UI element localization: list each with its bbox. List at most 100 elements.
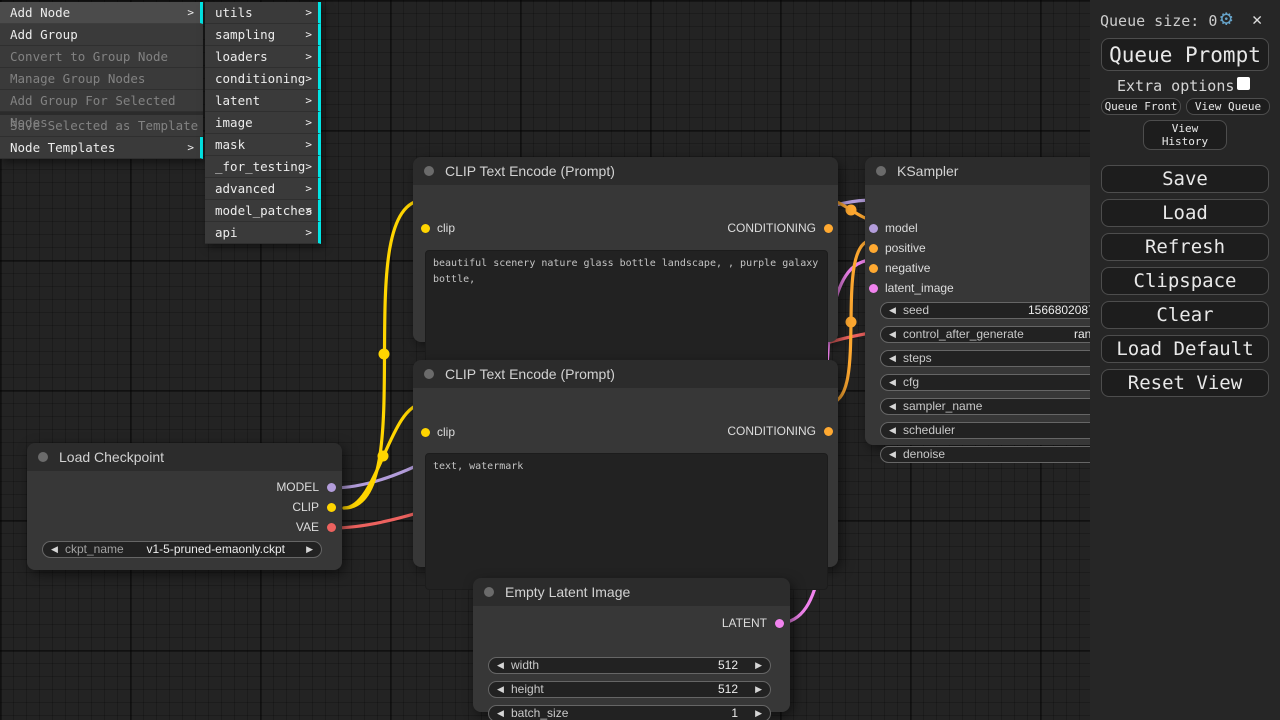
scheduler-widget[interactable]: ◀ scheduler (880, 422, 1125, 439)
submenu-item-utils[interactable]: utils > (205, 2, 321, 24)
increment-arrow-icon[interactable]: ▶ (755, 682, 762, 697)
node-clip-text-encode-2[interactable]: CLIP Text Encode (Prompt) clip CONDITION… (413, 360, 838, 567)
view-history-button[interactable]: View History (1143, 120, 1227, 150)
extra-options-checkbox[interactable] (1237, 77, 1250, 90)
clip-input-port[interactable] (421, 224, 430, 233)
widget-label: ckpt_name (65, 542, 124, 557)
collapse-dot-icon[interactable] (424, 166, 434, 176)
extra-options-label: Extra options (1117, 77, 1234, 95)
menu-item-manage-group-nodes[interactable]: Manage Group Nodes (0, 68, 203, 90)
node-load-checkpoint[interactable]: Load Checkpoint MODEL CLIP VAE ◀ ckpt_na… (27, 443, 342, 570)
reset-view-button[interactable]: Reset View (1101, 369, 1269, 397)
sampler-name-widget[interactable]: ◀ sampler_name (880, 398, 1125, 415)
submenu-item-advanced[interactable]: advanced > (205, 178, 321, 200)
node-empty-latent-image[interactable]: Empty Latent Image LATENT ◀ width 512 ▶ … (473, 578, 790, 712)
decrement-arrow-icon[interactable]: ◀ (889, 447, 896, 462)
submenu-item-for-testing[interactable]: _for_testing > (205, 156, 321, 178)
control-after-generate-widget[interactable]: ◀ control_after_generate randomize (880, 326, 1125, 343)
node-ksampler[interactable]: KSampler model positive negative latent_… (865, 157, 1120, 445)
submenu-item-model-patches[interactable]: model_patches > (205, 200, 321, 222)
cfg-widget[interactable]: ◀ cfg (880, 374, 1125, 391)
menu-item-node-templates[interactable]: Node Templates > (0, 137, 203, 159)
collapse-dot-icon[interactable] (424, 369, 434, 379)
prev-option-arrow-icon[interactable]: ◀ (51, 542, 58, 557)
submenu-arrow-icon: > (187, 2, 194, 24)
conditioning-output-port[interactable] (824, 427, 833, 436)
settings-gear-icon[interactable]: ⚙ (1220, 6, 1233, 30)
decrement-arrow-icon[interactable]: ◀ (889, 375, 896, 390)
clear-button[interactable]: Clear (1101, 301, 1269, 329)
decrement-arrow-icon[interactable]: ◀ (497, 658, 504, 673)
seed-widget[interactable]: ◀ seed 1566802087 (880, 302, 1125, 319)
save-button[interactable]: Save (1101, 165, 1269, 193)
clip-input-port[interactable] (421, 428, 430, 437)
node-title: Empty Latent Image (505, 584, 630, 600)
node-title-bar[interactable]: CLIP Text Encode (Prompt) (413, 360, 838, 388)
decrement-arrow-icon[interactable]: ◀ (889, 351, 896, 366)
decrement-arrow-icon[interactable]: ◀ (497, 706, 504, 720)
collapse-dot-icon[interactable] (484, 587, 494, 597)
node-clip-text-encode-1[interactable]: CLIP Text Encode (Prompt) clip CONDITION… (413, 157, 838, 342)
ckpt-name-widget[interactable]: ◀ ckpt_name v1-5-pruned-emaonly.ckpt ▶ (42, 541, 322, 558)
widget-value: v1-5-pruned-emaonly.ckpt (146, 542, 285, 557)
conditioning-output-port[interactable] (824, 224, 833, 233)
submenu-arrow-icon: > (305, 134, 312, 156)
collapse-dot-icon[interactable] (38, 452, 48, 462)
submenu-arrow-icon: > (305, 200, 312, 222)
increment-arrow-icon[interactable]: ▶ (755, 706, 762, 720)
latent-image-input-port[interactable] (869, 284, 878, 293)
output-label: VAE (296, 521, 319, 533)
load-button[interactable]: Load (1101, 199, 1269, 227)
height-widget[interactable]: ◀ height 512 ▶ (488, 681, 771, 698)
submenu-item-sampling[interactable]: sampling > (205, 24, 321, 46)
menu-item-save-selected-as-template[interactable]: Save Selected as Template (0, 115, 203, 137)
decrement-arrow-icon[interactable]: ◀ (889, 399, 896, 414)
next-option-arrow-icon[interactable]: ▶ (306, 542, 313, 557)
decrement-arrow-icon[interactable]: ◀ (889, 303, 896, 318)
clipspace-button[interactable]: Clipspace (1101, 267, 1269, 295)
clip-output-port[interactable] (327, 503, 336, 512)
batch-size-widget[interactable]: ◀ batch_size 1 ▶ (488, 705, 771, 720)
view-queue-button[interactable]: View Queue (1186, 98, 1270, 115)
menu-item-add-node[interactable]: Add Node > (0, 2, 203, 24)
queue-prompt-button[interactable]: Queue Prompt (1101, 38, 1269, 71)
collapse-dot-icon[interactable] (876, 166, 886, 176)
vae-output-port[interactable] (327, 523, 336, 532)
prompt-textarea[interactable]: text, watermark (425, 453, 828, 590)
refresh-button[interactable]: Refresh (1101, 233, 1269, 261)
negative-input-port[interactable] (869, 264, 878, 273)
menu-item-add-group-for-selected-nodes[interactable]: Add Group For Selected Nodes (0, 90, 203, 112)
submenu-item-loaders[interactable]: loaders > (205, 46, 321, 68)
model-output-port[interactable] (327, 483, 336, 492)
input-label: latent_image (885, 282, 954, 294)
menu-item-convert-to-group-node[interactable]: Convert to Group Node (0, 46, 203, 68)
denoise-widget[interactable]: ◀ denoise (880, 446, 1125, 463)
menu-item-label: api (215, 225, 238, 240)
node-title-bar[interactable]: CLIP Text Encode (Prompt) (413, 157, 838, 185)
menu-item-label: Save Selected as Template (10, 118, 198, 133)
width-widget[interactable]: ◀ width 512 ▶ (488, 657, 771, 674)
close-icon[interactable]: ✕ (1252, 10, 1262, 30)
submenu-item-latent[interactable]: latent > (205, 90, 321, 112)
decrement-arrow-icon[interactable]: ◀ (889, 327, 896, 342)
queue-front-button[interactable]: Queue Front (1101, 98, 1181, 115)
decrement-arrow-icon[interactable]: ◀ (889, 423, 896, 438)
node-title-bar[interactable]: Empty Latent Image (473, 578, 790, 606)
prompt-textarea[interactable]: beautiful scenery nature glass bottle la… (425, 250, 828, 368)
decrement-arrow-icon[interactable]: ◀ (497, 682, 504, 697)
submenu-item-image[interactable]: image > (205, 112, 321, 134)
node-title-bar[interactable]: Load Checkpoint (27, 443, 342, 471)
submenu-item-conditioning[interactable]: conditioning > (205, 68, 321, 90)
node-title-bar[interactable]: KSampler (865, 157, 1120, 185)
increment-arrow-icon[interactable]: ▶ (755, 658, 762, 673)
submenu-item-mask[interactable]: mask > (205, 134, 321, 156)
load-default-button[interactable]: Load Default (1101, 335, 1269, 363)
menu-item-add-group[interactable]: Add Group (0, 24, 203, 46)
model-input-port[interactable] (869, 224, 878, 233)
submenu-item-api[interactable]: api > (205, 222, 321, 244)
widget-label: control_after_generate (903, 327, 1024, 342)
latent-output-port[interactable] (775, 619, 784, 628)
steps-widget[interactable]: ◀ steps (880, 350, 1125, 367)
positive-input-port[interactable] (869, 244, 878, 253)
input-label: clip (437, 426, 455, 438)
